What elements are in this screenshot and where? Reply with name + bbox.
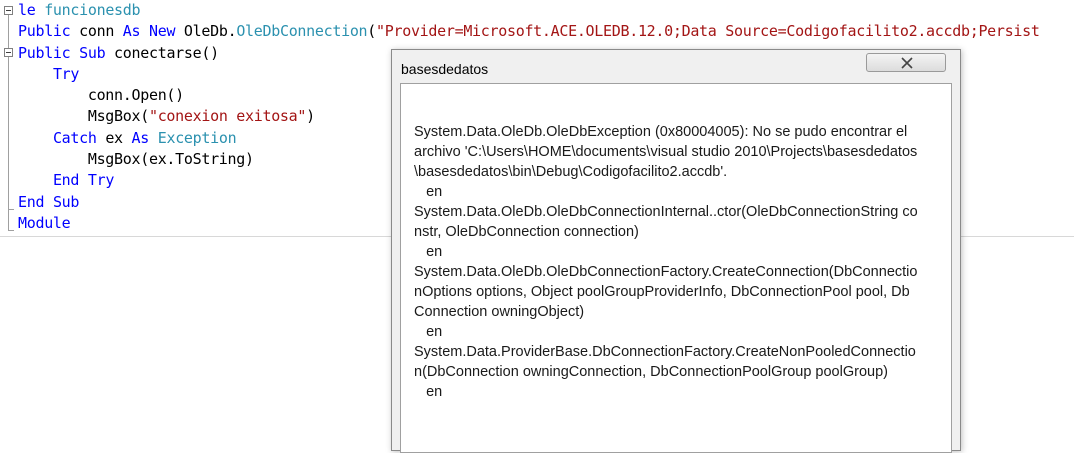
- code-token: Module: [18, 213, 71, 232]
- code-token: New: [148, 22, 176, 41]
- code-token: conn.Open(): [18, 86, 184, 105]
- code-token: (: [367, 22, 377, 41]
- code-token: Try: [87, 171, 115, 190]
- code-line[interactable]: Public conn As New OleDb.OleDbConnection…: [18, 21, 1040, 42]
- code-token: ): [306, 107, 315, 126]
- close-button[interactable]: [866, 53, 946, 72]
- code-line[interactable]: le funcionesdb: [18, 0, 1040, 21]
- code-token: Sub: [79, 43, 106, 62]
- code-token: Catch: [52, 128, 97, 147]
- code-token: conn: [70, 22, 123, 41]
- code-token: OleDb.: [175, 22, 237, 41]
- dialog-title: basesdedatos: [401, 61, 489, 77]
- collapse-module-icon[interactable]: [4, 6, 13, 15]
- code-token: MsgBox(: [18, 107, 149, 126]
- code-token: ex: [96, 128, 132, 147]
- code-token: As: [131, 128, 150, 147]
- code-token: As: [122, 22, 141, 41]
- code-token: Public: [18, 43, 71, 62]
- code-token: End: [18, 192, 45, 211]
- code-token: "Provider=Microsoft.ACE.OLEDB.12.0;Data …: [376, 22, 1040, 41]
- code-token: End: [52, 171, 80, 190]
- dialog-content: System.Data.OleDb.OleDbException (0x8000…: [400, 83, 952, 453]
- code-token: Exception: [157, 128, 237, 147]
- code-token: OleDbConnection: [236, 22, 368, 41]
- exception-message: System.Data.OleDb.OleDbException (0x8000…: [414, 124, 918, 400]
- code-token: Public: [18, 22, 71, 41]
- code-token: funcionesdb: [44, 1, 141, 19]
- code-token: conectarse(): [105, 43, 219, 62]
- code-token: MsgBox(ex.ToString): [18, 150, 254, 169]
- code-token: le: [18, 1, 45, 19]
- message-box-dialog: basesdedatos System.Data.OleDb.OleDbExce…: [391, 49, 961, 453]
- code-token: Sub: [52, 192, 80, 211]
- collapse-sub-icon[interactable]: [4, 48, 13, 57]
- code-token: Try: [52, 64, 80, 83]
- code-token: "conexion exitosa": [148, 107, 307, 126]
- close-icon: [901, 57, 913, 69]
- outline-gutter: [0, 0, 14, 236]
